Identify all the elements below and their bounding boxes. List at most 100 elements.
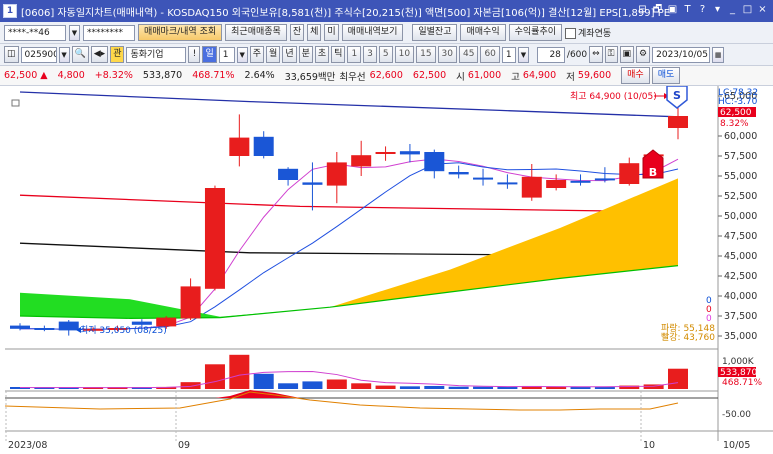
minute-45-button[interactable]: 45 (459, 46, 479, 63)
layout-icon[interactable]: ▣ (666, 3, 679, 17)
price-tick-label: 47,500 (724, 231, 757, 242)
volume-bar (497, 387, 518, 389)
sell-button[interactable]: 매도 (651, 67, 681, 84)
lock-icon[interactable]: ⚿ (604, 46, 618, 63)
window-controls: ⊟ 🗗 ▣ T ? ▾ _ □ × (636, 3, 769, 17)
candle-body (34, 328, 55, 330)
minute-1-button[interactable]: 1 (347, 46, 362, 63)
price-tick-label: 60,000 (724, 131, 757, 142)
candle-body (180, 286, 201, 319)
account-link-checkbox[interactable]: 계좌연동 (565, 26, 611, 39)
price-tick-label: 52,500 (724, 191, 757, 202)
account-toolbar: ****-**46 ▼ ******** 매매마크/내역 조회 최근매매종목 잔… (0, 22, 773, 44)
period-count-field[interactable]: 1 (218, 46, 235, 63)
return-trend-button[interactable]: 수익률추이 (508, 24, 563, 41)
date-field[interactable]: 2023/10/05 (652, 46, 711, 63)
help-icon[interactable]: ? (696, 3, 709, 17)
open-price: 61,000 (467, 70, 502, 81)
volume-ratio: 468.71% (192, 70, 235, 81)
balance-button[interactable]: 잔 (289, 24, 305, 41)
volume-bar (570, 387, 591, 389)
minute-10-button[interactable]: 10 (394, 46, 415, 63)
volume-tag: 533,870 (720, 368, 757, 378)
minute-15-button[interactable]: 15 (416, 46, 436, 63)
candle-body (204, 188, 225, 289)
calendar-icon[interactable]: ▦ (712, 46, 725, 63)
candle-body (521, 176, 542, 198)
menu-icon[interactable]: ▾ (711, 3, 724, 17)
zoom-icon[interactable]: ⇔ (589, 46, 603, 63)
chevron-down-icon[interactable]: ▼ (69, 24, 80, 41)
chevron-down-icon[interactable]: ▼ (58, 46, 70, 63)
period-minute-button[interactable]: 분 (298, 46, 313, 63)
chevron-down-icon[interactable]: ▼ (517, 46, 529, 63)
account-select[interactable]: ****-**46 (4, 24, 66, 41)
layout-toggle-icon[interactable]: ◫ (4, 46, 19, 63)
window-number-icon: 1 (3, 4, 17, 18)
close-icon[interactable]: × (756, 3, 769, 17)
stock-name-field: 동화기업 (126, 46, 187, 63)
bookmark-icon[interactable]: 관 (110, 46, 125, 63)
restore-icon[interactable]: 🗗 (651, 3, 664, 17)
volume-bar (253, 373, 274, 389)
high-label: 고 (511, 71, 520, 83)
candle-body (546, 180, 567, 188)
daily-balance-button[interactable]: 일별잔고 (412, 24, 458, 41)
period-day-button[interactable]: 일 (202, 46, 217, 63)
save-icon[interactable]: ▣ (619, 46, 635, 63)
pane-toggle-icon[interactable] (11, 99, 20, 107)
zero-tag-3: 0 (706, 314, 712, 324)
candle-body (351, 155, 372, 167)
unfilled-button[interactable]: 미 (324, 24, 339, 41)
change-percent: +8.32% (94, 70, 133, 81)
minute-select[interactable]: 1 (501, 46, 516, 63)
period-tick-button[interactable]: 틱 (331, 46, 346, 63)
speaker-icon[interactable]: ◀▸ (90, 46, 109, 63)
candle-body (229, 137, 250, 156)
price-tick-label: 37,500 (724, 311, 757, 322)
x-tick-label: 10 (643, 440, 655, 451)
candle-body (278, 168, 299, 180)
alert-button[interactable]: ! (188, 46, 201, 63)
candle-body (375, 152, 396, 154)
candle-body (253, 136, 274, 156)
minute-5-button[interactable]: 5 (378, 46, 393, 63)
trade-profit-button[interactable]: 매매수익 (460, 24, 506, 41)
price-chart[interactable]: 65,00060,00057,50055,00052,50050,00047,5… (0, 86, 773, 454)
period-week-button[interactable]: 주 (249, 46, 265, 63)
data-count-field[interactable]: 28 (536, 46, 565, 63)
volume-bar (473, 386, 494, 389)
candle-body (302, 182, 323, 185)
volume-bar (229, 354, 250, 389)
volume-ratio-tag: 468.71% (722, 378, 762, 388)
volume-bar (204, 364, 225, 389)
candle-body (497, 182, 518, 185)
volume-bar (448, 386, 469, 389)
volume-bar (302, 381, 323, 389)
buy-button[interactable]: 매수 (621, 67, 650, 84)
period-month-button[interactable]: 월 (266, 46, 281, 63)
maximize-icon[interactable]: □ (741, 3, 754, 17)
minimize-icon[interactable]: _ (726, 3, 739, 17)
trade-mark-query-button[interactable]: 매매마크/내역 조회 (138, 24, 223, 41)
minute-30-button[interactable]: 30 (437, 46, 457, 63)
chevron-down-icon[interactable]: ▼ (236, 46, 248, 63)
search-icon[interactable]: 🔍 (71, 46, 89, 63)
period-second-button[interactable]: 초 (314, 46, 330, 63)
recent-trades-button[interactable]: 최근매매종목 (225, 24, 287, 41)
x-right-label: 10/05 (723, 440, 750, 451)
minute-60-button[interactable]: 60 (480, 46, 500, 63)
tile-icon[interactable]: ⊟ (636, 3, 649, 17)
password-field[interactable]: ******** (83, 24, 135, 41)
gear-icon[interactable]: ⚙ (636, 46, 651, 63)
candle-body (399, 151, 420, 155)
percent-tag: 8.32% (720, 119, 749, 129)
trade-history-button[interactable]: 매매내역보기 (341, 24, 404, 41)
filled-button[interactable]: 체 (307, 24, 322, 41)
period-year-button[interactable]: 년 (282, 46, 297, 63)
best-ask: 62,600 (369, 70, 403, 81)
text-icon[interactable]: T (681, 3, 694, 17)
stock-code-input[interactable]: 025900 (20, 46, 57, 63)
minute-3-button[interactable]: 3 (363, 46, 377, 63)
x-tick-label: 09 (178, 440, 190, 451)
